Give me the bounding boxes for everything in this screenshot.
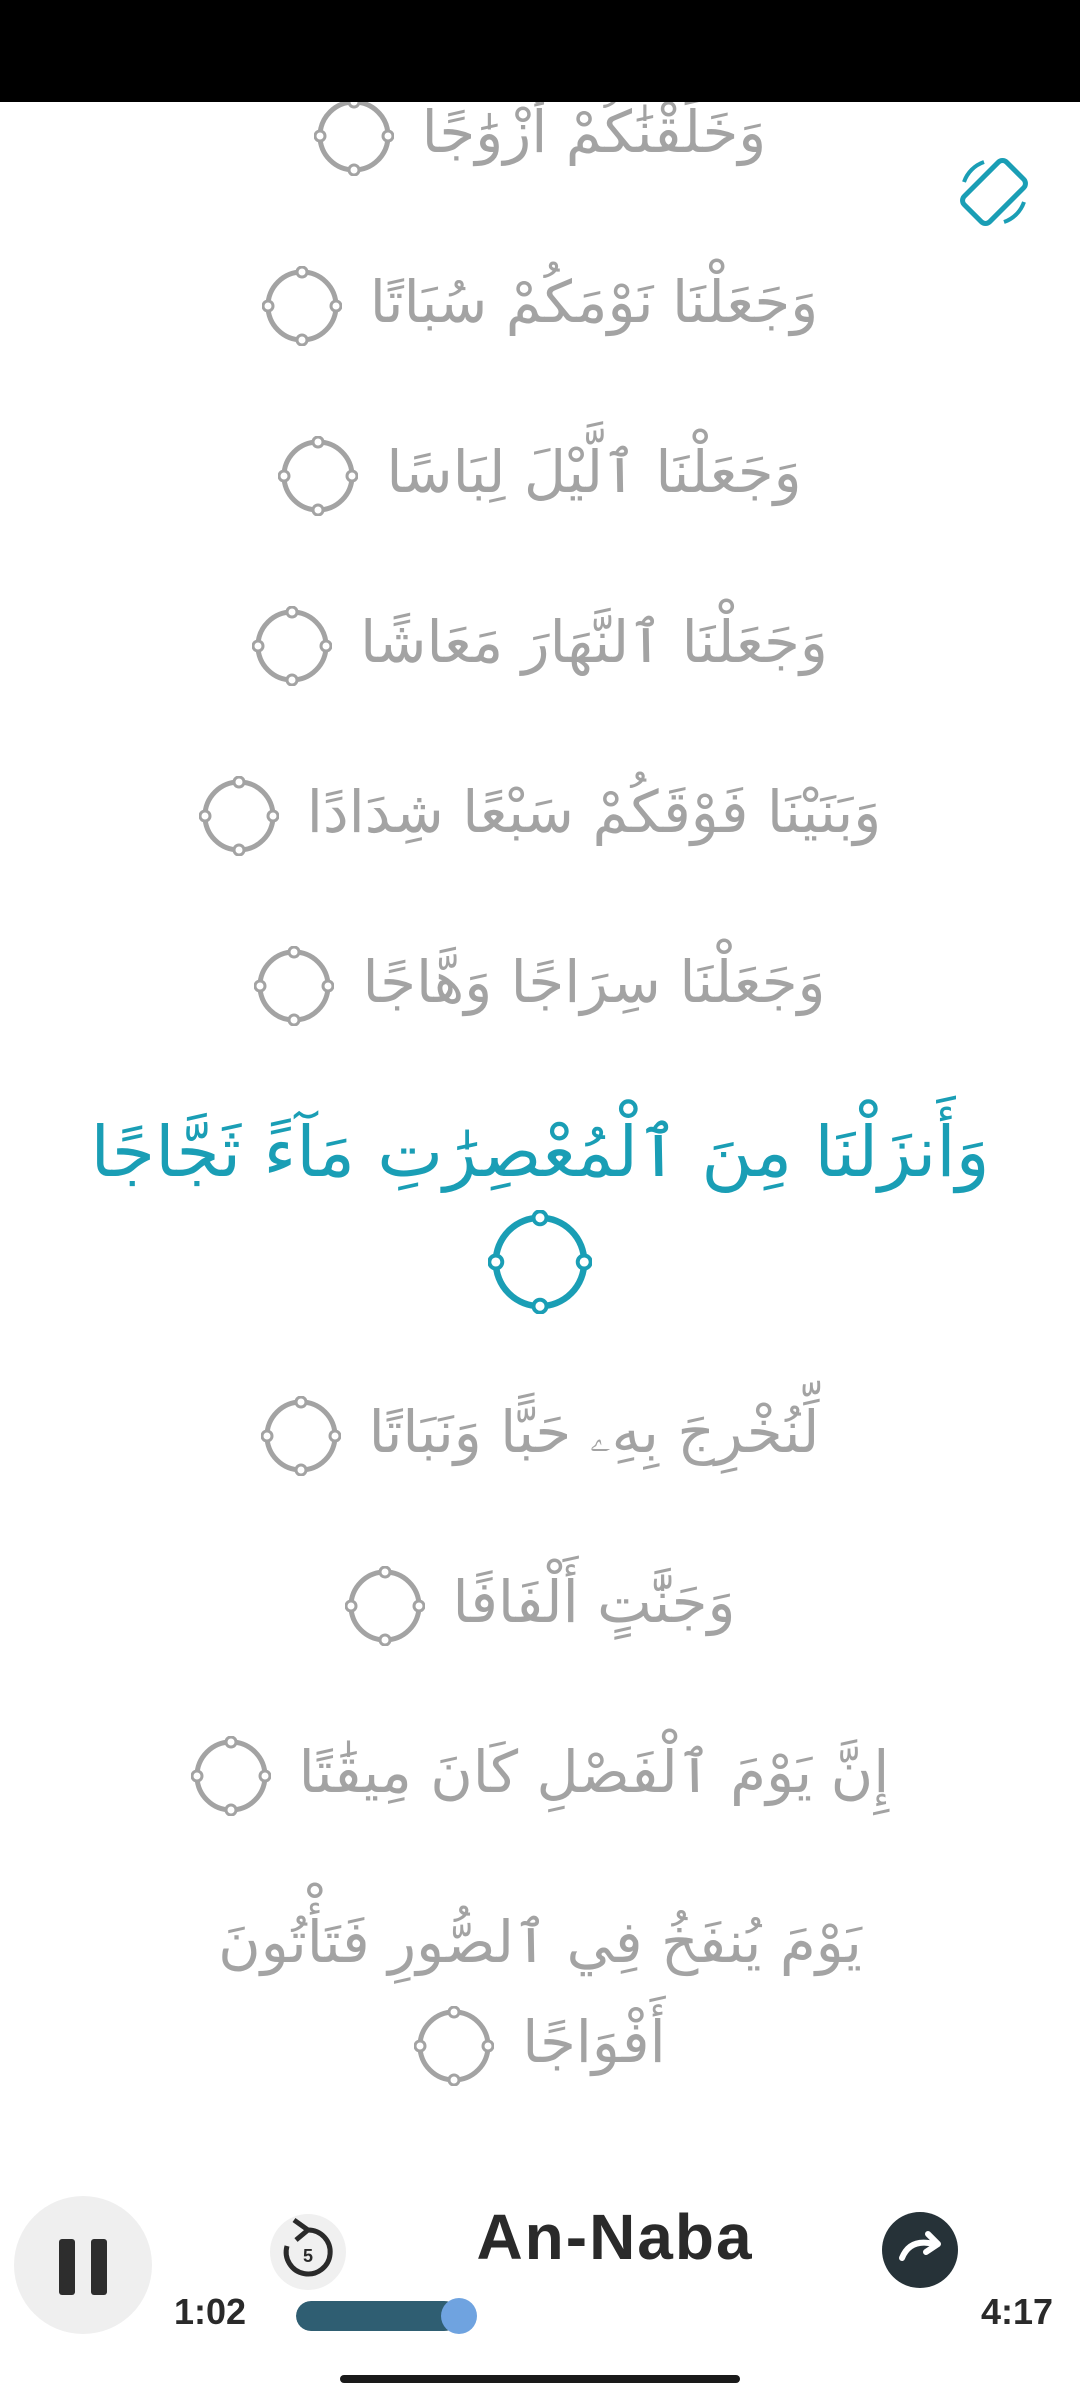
pause-icon	[91, 2239, 107, 2295]
verse-text: وَجَعَلْنَا ٱلنَّهَارَ مَعَاشًا	[360, 608, 828, 676]
pause-button[interactable]	[14, 2196, 152, 2334]
home-indicator	[340, 2375, 740, 2383]
ayah-marker-icon	[344, 1565, 425, 1646]
ayah-marker-icon	[254, 945, 335, 1026]
verse-text: إِنَّ يَوْمَ ٱلْفَصْلِ كَانَ مِيقَٰتًا	[298, 1738, 890, 1806]
verse-text: وَبَنَيْنَا فَوْقَكُمْ سَبْعًا شِدَادًا	[306, 778, 882, 846]
total-time: 4:17	[981, 2291, 1054, 2332]
ayah-marker-icon	[260, 1395, 341, 1476]
ayah-marker-icon	[414, 2005, 495, 2086]
verse-item[interactable]: إِنَّ يَوْمَ ٱلْفَصْلِ كَانَ مِيقَٰتًا	[0, 1722, 1080, 1822]
verse-item[interactable]: وَبَنَيْنَا فَوْقَكُمْ سَبْعًا شِدَادًا	[0, 762, 1080, 862]
ayah-marker-icon	[313, 102, 394, 176]
ayah-marker-icon	[252, 605, 333, 686]
pause-icon	[59, 2239, 75, 2295]
verse-list[interactable]: وَخَلَقْنَٰكُمْ أَزْوَٰجًا وَجَعَلْنَا ن…	[0, 102, 1080, 2182]
ayah-marker-icon	[261, 265, 342, 346]
verse-text: وَجَعَلْنَا ٱلَّيْلَ لِبَاسًا	[386, 438, 802, 506]
verse-item-active[interactable]: وَأَنزَلْنَا مِنَ ٱلْمُعْصِرَٰتِ مَآءً ث…	[0, 1102, 1080, 1314]
verse-text: لِّنُخْرِجَ بِهِۦ حَبًّا وَنَبَاتًا	[368, 1398, 820, 1466]
verse-item[interactable]: وَجَعَلْنَا سِرَاجًا وَهَّاجًا	[0, 932, 1080, 1032]
status-bar	[0, 0, 1080, 102]
verse-item[interactable]: لِّنُخْرِجَ بِهِۦ حَبًّا وَنَبَاتًا	[0, 1382, 1080, 1482]
verse-item[interactable]: وَجَنَّٰتٍ أَلْفَافًا	[0, 1552, 1080, 1652]
forward-icon[interactable]	[880, 2210, 960, 2290]
current-time: 1:02	[174, 2291, 247, 2332]
verse-item[interactable]: وَجَعَلْنَا نَوْمَكُمْ سُبَاتًا	[0, 252, 1080, 352]
ayah-marker-icon	[198, 775, 279, 856]
verse-item[interactable]: وَجَعَلْنَا ٱلنَّهَارَ مَعَاشًا	[0, 592, 1080, 692]
replay-seconds: 5	[303, 2246, 313, 2266]
screen-rotation-icon[interactable]	[954, 152, 1034, 232]
verse-item[interactable]: وَخَلَقْنَٰكُمْ أَزْوَٰجًا	[0, 102, 1080, 182]
ayah-marker-icon	[488, 1210, 592, 1314]
progress-knob[interactable]	[441, 2298, 477, 2334]
replay-5-icon[interactable]: 5	[268, 2212, 348, 2292]
verse-text-line: أَفْوَاجًا	[522, 2008, 666, 2076]
verse-item[interactable]: يَوْمَ يُنفَخُ فِي ٱلصُّورِ فَتَأْتُونَ …	[0, 1892, 1080, 2092]
track-title: An-Naba	[476, 2201, 754, 2273]
verse-item[interactable]: وَجَعَلْنَا ٱلَّيْلَ لِبَاسًا	[0, 422, 1080, 522]
verse-text: وَجَعَلْنَا نَوْمَكُمْ سُبَاتًا	[369, 268, 819, 336]
verse-text: وَجَنَّٰتٍ أَلْفَافًا	[452, 1568, 736, 1636]
verse-text: وَأَنزَلْنَا مِنَ ٱلْمُعْصِرَٰتِ مَآءً ث…	[90, 1111, 990, 1193]
verse-text-line: يَوْمَ يُنفَخُ فِي ٱلصُّورِ فَتَأْتُونَ	[218, 1908, 862, 1976]
verse-text: وَجَعَلْنَا سِرَاجًا وَهَّاجًا	[362, 948, 826, 1016]
progress-fill	[296, 2301, 459, 2331]
verse-text: وَخَلَقْنَٰكُمْ أَزْوَٰجًا	[421, 102, 767, 166]
ayah-marker-icon	[190, 1735, 271, 1816]
ayah-marker-icon	[278, 435, 359, 516]
